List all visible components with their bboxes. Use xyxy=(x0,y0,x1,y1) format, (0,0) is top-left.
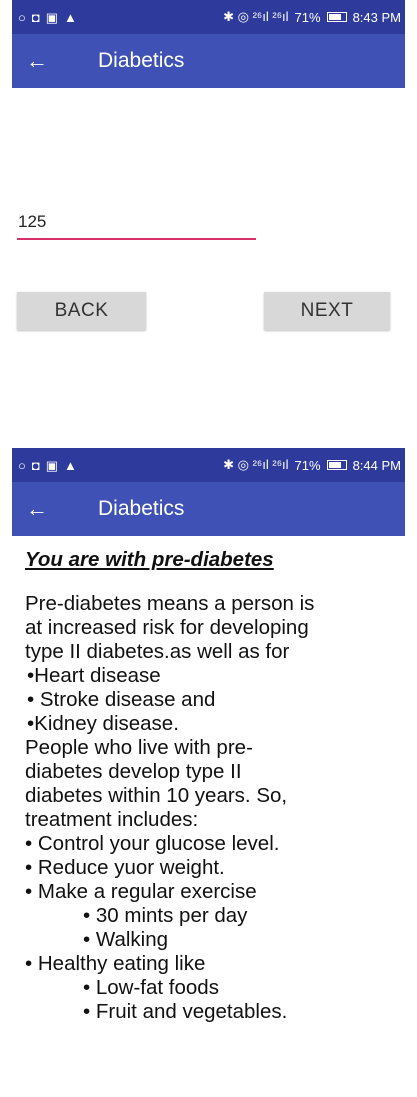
sub-bullet-item: • Walking xyxy=(83,928,169,951)
screen-result: ○ ◘ ▣ ▲ ✱ ◎ ²⁶ıl ²⁶ıl 71% 8:44 PM ← Diab… xyxy=(12,448,405,1097)
bullet-item: • Make a regular exercise xyxy=(25,880,257,903)
status-time: 8:44 PM xyxy=(352,457,401,473)
back-arrow-icon[interactable]: ← xyxy=(26,498,72,520)
back-button[interactable]: BACK xyxy=(17,292,146,330)
bullet-item: •Heart disease xyxy=(27,664,161,687)
sub-bullet-item: • Fruit and vegetables. xyxy=(83,1000,288,1023)
battery-percent: 71% xyxy=(294,9,321,25)
sub-bullet-item: • 30 mints per day xyxy=(83,904,248,927)
notification-circle-icon: ○ xyxy=(18,457,26,473)
notification-circle-icon: ○ xyxy=(18,9,26,25)
bullet-item: • Stroke disease and xyxy=(27,688,216,711)
status-right: ✱ ◎ ²⁶ıl ²⁶ıl 71% 8:43 PM xyxy=(223,9,401,25)
body-line: treatment includes: xyxy=(25,808,199,831)
status-left-icons: ○ ◘ ▣ ▲ xyxy=(18,459,77,472)
status-left-icons: ○ ◘ ▣ ▲ xyxy=(18,11,77,24)
result-heading: You are with pre-diabetes xyxy=(25,548,274,571)
signal-icons: ✱ ◎ ²⁶ıl ²⁶ıl xyxy=(223,457,289,472)
body-line: diabetes develop type II xyxy=(25,760,242,783)
result-body: Pre-diabetes means a person is at increa… xyxy=(25,592,405,1024)
status-bar: ○ ◘ ▣ ▲ ✱ ◎ ²⁶ıl ²⁶ıl 71% 8:43 PM xyxy=(12,0,405,34)
notification-warning-icon: ▲ xyxy=(64,457,77,473)
notification-warning-icon: ▲ xyxy=(64,9,77,25)
screen-glucose-entry: ○ ◘ ▣ ▲ ✱ ◎ ²⁶ıl ²⁶ıl 71% 8:43 PM ← Diab… xyxy=(12,0,405,418)
sub-bullet-item: • Low-fat foods xyxy=(83,976,219,999)
signal-icons: ✱ ◎ ²⁶ıl ²⁶ıl xyxy=(223,9,289,24)
status-right: ✱ ◎ ²⁶ıl ²⁶ıl 71% 8:44 PM xyxy=(223,457,401,473)
notification-image-icon: ▣ xyxy=(45,457,59,473)
status-time: 8:43 PM xyxy=(352,9,401,25)
notification-image-icon: ▣ xyxy=(45,9,59,25)
body-line: at increased risk for developing xyxy=(25,616,309,639)
body-line: Pre-diabetes means a person is xyxy=(25,592,315,615)
body-line: diabetes within 10 years. So, xyxy=(25,784,288,807)
next-button[interactable]: NEXT xyxy=(264,292,390,330)
bullet-item: • Healthy eating like xyxy=(25,952,206,975)
body-line: People who live with pre- xyxy=(25,736,253,759)
battery-icon xyxy=(326,12,347,22)
battery-percent: 71% xyxy=(294,457,321,473)
notification-camera-icon: ◘ xyxy=(31,457,40,473)
bullet-item: • Control your glucose level. xyxy=(25,832,280,855)
page-title: Diabetics xyxy=(98,49,185,72)
notification-camera-icon: ◘ xyxy=(31,9,40,25)
glucose-input-wrapper xyxy=(17,208,256,240)
status-bar: ○ ◘ ▣ ▲ ✱ ◎ ²⁶ıl ²⁶ıl 71% 8:44 PM xyxy=(12,448,405,482)
battery-icon xyxy=(326,460,347,470)
back-arrow-icon[interactable]: ← xyxy=(26,50,72,72)
bullet-item: •Kidney disease. xyxy=(27,712,179,735)
glucose-input[interactable] xyxy=(17,208,256,240)
app-bar: ← Diabetics xyxy=(12,482,405,536)
page-title: Diabetics xyxy=(98,497,185,520)
body-line: type II diabetes.as well as for xyxy=(25,640,290,663)
bullet-item: • Reduce yuor weight. xyxy=(25,856,225,879)
result-content: You are with pre-diabetes Pre-diabetes m… xyxy=(12,536,405,1024)
app-bar: ← Diabetics xyxy=(12,34,405,88)
